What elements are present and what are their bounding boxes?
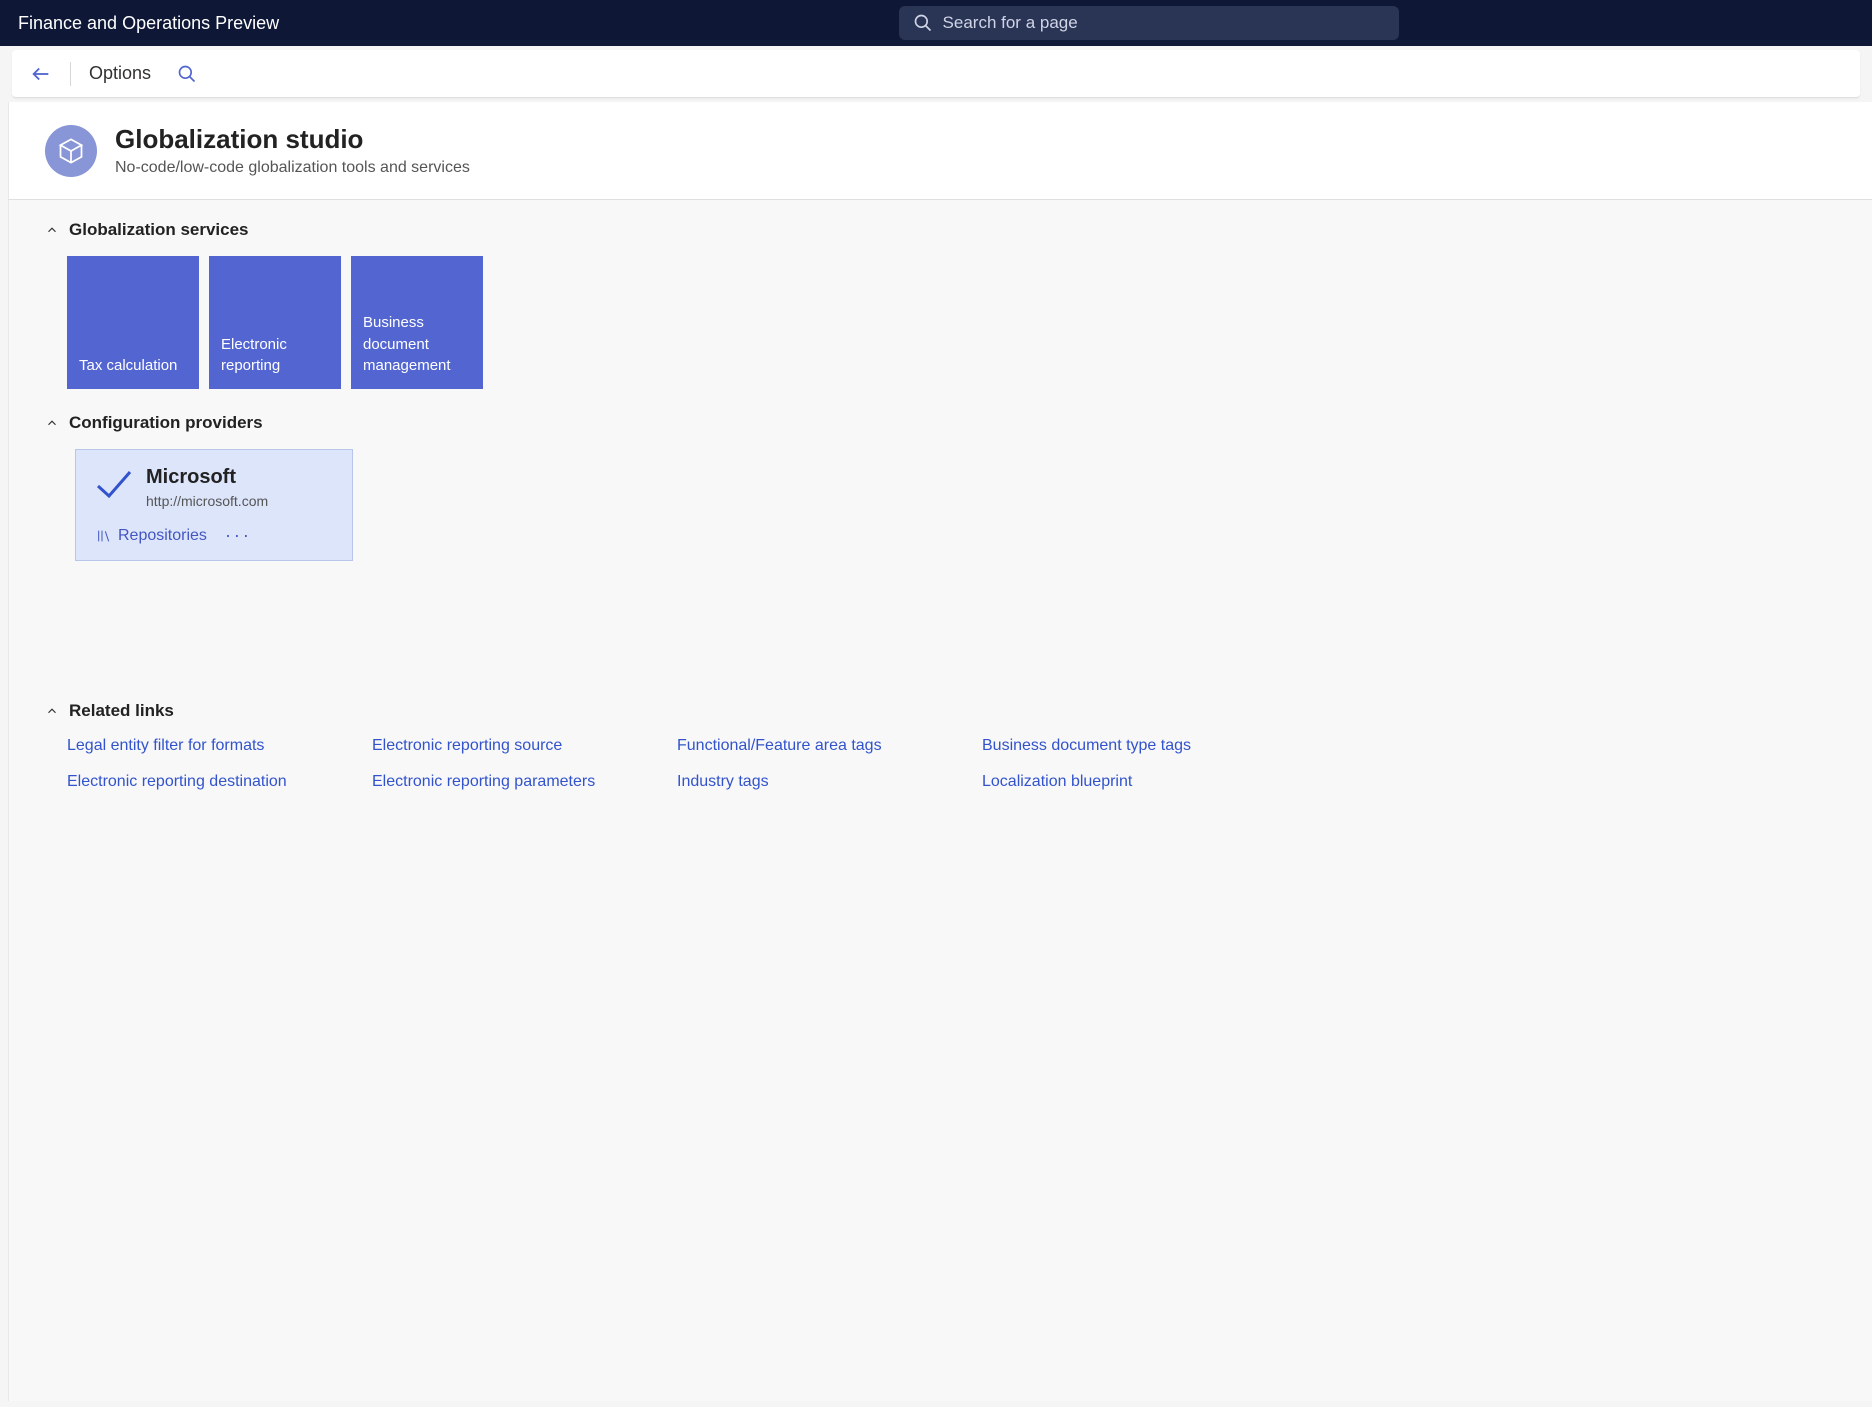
link-feature-area-tags[interactable]: Functional/Feature area tags [677,737,962,755]
provider-header: Microsoft http://microsoft.com [94,466,334,509]
repositories-label: Repositories [118,527,207,545]
page-subtitle: No-code/low-code globalization tools and… [115,159,470,177]
link-business-doc-type-tags[interactable]: Business document type tags [982,737,1267,755]
action-bar: Options [12,50,1860,98]
link-industry-tags[interactable]: Industry tags [677,773,962,791]
section-toggle-providers[interactable]: Configuration providers [45,413,1836,433]
chevron-up-icon [45,704,59,718]
section-title: Configuration providers [69,413,263,433]
configuration-providers-section: Configuration providers Microsoft http:/… [45,413,1836,561]
chevron-up-icon [45,416,59,430]
chevron-up-icon [45,223,59,237]
tile-electronic-reporting[interactable]: Electronic reporting [209,256,341,389]
search-icon [913,13,933,33]
globalization-services-section: Globalization services Tax calculation E… [45,220,1836,389]
content-area: Globalization services Tax calculation E… [8,200,1872,1401]
related-links-section: Related links Legal entity filter for fo… [45,701,1836,791]
tile-business-document-management[interactable]: Business document management [351,256,483,389]
page-title: Globalization studio [115,124,470,155]
workspace-icon [45,125,97,177]
repositories-link[interactable]: Repositories [96,527,207,545]
provider-url: http://microsoft.com [146,493,268,509]
search-icon [177,64,197,84]
tile-label: Business document management [363,312,471,377]
action-search-button[interactable] [177,64,197,84]
service-tiles: Tax calculation Electronic reporting Bus… [67,256,1836,389]
divider [70,62,71,86]
section-toggle-services[interactable]: Globalization services [45,220,1836,240]
provider-actions: Repositories ··· [96,525,334,546]
link-er-destination[interactable]: Electronic reporting destination [67,773,352,791]
back-button[interactable] [30,63,52,85]
link-legal-entity-filter[interactable]: Legal entity filter for formats [67,737,352,755]
library-icon [96,528,112,544]
link-localization-blueprint[interactable]: Localization blueprint [982,773,1267,791]
arrow-left-icon [30,63,52,85]
checkmark-icon [94,466,134,502]
active-check-icon [94,466,134,505]
search-placeholder: Search for a page [943,13,1078,33]
section-title: Related links [69,701,174,721]
top-bar: Finance and Operations Preview Search fo… [0,0,1872,46]
tile-label: Electronic reporting [221,334,329,378]
provider-name: Microsoft [146,466,268,489]
tile-tax-calculation[interactable]: Tax calculation [67,256,199,389]
box-icon [57,137,85,165]
related-links-grid: Legal entity filter for formats Electron… [67,737,1267,791]
link-er-parameters[interactable]: Electronic reporting parameters [372,773,657,791]
page-header: Globalization studio No-code/low-code gl… [8,102,1872,200]
tile-label: Tax calculation [79,355,187,377]
section-title: Globalization services [69,220,249,240]
provider-card-microsoft[interactable]: Microsoft http://microsoft.com Repositor… [75,449,353,561]
search-input[interactable]: Search for a page [899,6,1399,40]
link-er-source[interactable]: Electronic reporting source [372,737,657,755]
app-title: Finance and Operations Preview [18,13,279,34]
section-toggle-related[interactable]: Related links [45,701,1836,721]
options-button[interactable]: Options [89,63,151,84]
more-actions-button[interactable]: ··· [225,525,252,546]
